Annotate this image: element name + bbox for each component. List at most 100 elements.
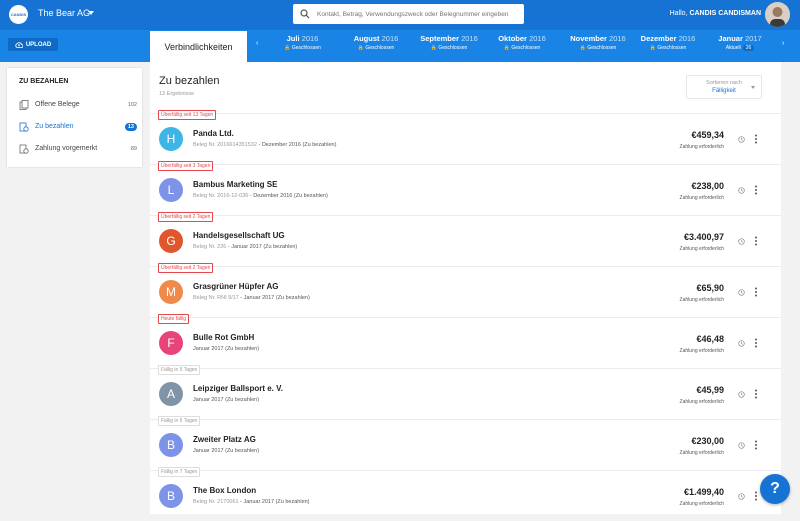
- chevron-right-icon[interactable]: ›: [782, 40, 784, 47]
- vendor-name[interactable]: Grasgrüner Hüpfer AG: [193, 282, 279, 291]
- sidebar-title: ZU BEZAHLEN: [19, 78, 69, 85]
- table-row[interactable]: Fällig in 7 Tagen B The Box London Beleg…: [150, 467, 781, 521]
- sidebar-item-zahlung-vorgemerkt[interactable]: Zahlung vorgemerkt 89: [19, 142, 137, 155]
- help-button[interactable]: ?: [760, 474, 790, 504]
- search-box[interactable]: [293, 4, 524, 24]
- payment-status: Zahlung erforderlich: [679, 501, 724, 507]
- vendor-name[interactable]: Panda Ltd.: [193, 129, 234, 138]
- table-row[interactable]: Fällig in 5 Tagen A Leipziger Ballsport …: [150, 365, 781, 419]
- invoice-meta: Beleg Nr. RNI 9/17 - Januar 2017 (Zu bez…: [193, 295, 310, 301]
- invoice-amount: €46,48: [696, 334, 724, 344]
- sidebar-item-count: 102: [127, 101, 137, 108]
- month-status-text: Aktuell: [725, 45, 741, 51]
- more-vertical-icon[interactable]: [753, 491, 759, 501]
- clock-icon[interactable]: [738, 340, 745, 347]
- result-count: 13 Ergebnisse: [159, 91, 195, 97]
- clock-icon[interactable]: [738, 187, 745, 194]
- clock-icon[interactable]: [738, 136, 745, 143]
- more-vertical-icon[interactable]: [753, 236, 759, 246]
- invoice-period: Dezember 2016 (Zu bezahlen): [261, 142, 337, 148]
- invoice-amount: €45,99: [696, 385, 724, 395]
- due-badge: Überfällig seit 2 Tagen: [158, 263, 214, 273]
- chevron-left-icon[interactable]: ‹: [256, 40, 258, 47]
- upload-button[interactable]: UPLOAD: [8, 38, 58, 51]
- invoice-period: Januar 2017 (Zu bezahlen): [193, 397, 260, 403]
- clock-icon[interactable]: [738, 289, 745, 296]
- month-tab[interactable]: November 2016 🔒 Geschlossen: [558, 34, 638, 51]
- chevron-down-icon[interactable]: [88, 11, 94, 15]
- more-vertical-icon[interactable]: [753, 185, 759, 195]
- sidebar-item-label: Offene Belege: [35, 101, 80, 108]
- top-bar: CANDIS The Bear AG Hallo, CANDIS CANDISM…: [0, 0, 800, 30]
- month-tab[interactable]: August 2016 🔒 Geschlossen: [340, 34, 412, 51]
- clock-icon[interactable]: [738, 391, 745, 398]
- month-status: Aktuell 26: [710, 45, 770, 51]
- month-tab[interactable]: Oktober 2016 🔒 Geschlossen: [487, 34, 557, 51]
- table-row[interactable]: Fällig in 6 Tagen B Zweiter Platz AG Jan…: [150, 416, 781, 470]
- logo-text: CANDIS: [10, 12, 27, 17]
- search-input[interactable]: [317, 10, 517, 18]
- month-status: 🔒 Geschlossen: [357, 45, 395, 51]
- month-name: Oktober 2016: [487, 34, 557, 43]
- month-status-text: Geschlossen: [438, 45, 468, 51]
- table-row[interactable]: Überfällig seit 3 Tagen L Bambus Marketi…: [150, 161, 781, 215]
- month-label: November: [570, 34, 607, 43]
- document-number: Beleg Nr. 226: [193, 244, 227, 250]
- invoice-period: Januar 2017 (Zu bezahlen): [193, 448, 260, 454]
- table-row[interactable]: Überfällig seit 2 Tagen M Grasgrüner Hüp…: [150, 263, 781, 317]
- month-tab[interactable]: September 2016 🔒 Geschlossen: [414, 34, 484, 51]
- avatar: H: [159, 127, 183, 151]
- vendor-name[interactable]: Leipziger Ballsport e. V.: [193, 384, 283, 393]
- invoice-amount: €230,00: [691, 436, 724, 446]
- due-badge: Fällig in 7 Tagen: [158, 467, 201, 477]
- candis-logo[interactable]: CANDIS: [9, 5, 28, 24]
- clock-icon[interactable]: [738, 238, 745, 245]
- month-year: 2016: [529, 34, 546, 43]
- avatar: L: [159, 178, 183, 202]
- vendor-name[interactable]: Bambus Marketing SE: [193, 180, 277, 189]
- vendor-name[interactable]: Zweiter Platz AG: [193, 435, 256, 444]
- table-row[interactable]: Überfällig seit 2 Tagen G Handelsgesells…: [150, 212, 781, 266]
- invoice-meta: Januar 2017 (Zu bezahlen): [193, 448, 259, 454]
- month-year: 2016: [609, 34, 626, 43]
- more-vertical-icon[interactable]: [753, 338, 759, 348]
- payment-status: Zahlung erforderlich: [679, 246, 724, 252]
- table-row[interactable]: Heute fällig F Bulle Rot GmbH Januar 201…: [150, 314, 781, 368]
- sort-dropdown[interactable]: Sortieren nach Fälligkeit: [686, 75, 762, 99]
- clock-icon[interactable]: [738, 493, 745, 500]
- avatar: M: [159, 280, 183, 304]
- month-tab[interactable]: Juli 2016 🔒 Geschlossen: [270, 34, 335, 51]
- clock-icon[interactable]: [738, 442, 745, 449]
- more-vertical-icon[interactable]: [753, 134, 759, 144]
- invoice-period: Januar 2017 (Zu bezahlen): [231, 244, 298, 250]
- invoice-meta: Beleg Nr. 2016-12-036 - Dezember 2016 (Z…: [193, 193, 328, 199]
- table-row[interactable]: Überfällig seit 13 Tagen H Panda Ltd. Be…: [150, 110, 781, 164]
- month-label: Januar: [718, 34, 743, 43]
- invoice-period: Januar 2017 (Zu bezahlen): [243, 295, 310, 301]
- month-status-text: Geschlossen: [365, 45, 395, 51]
- sidebar-item-zu-bezahlen[interactable]: Zu bezahlen 13: [19, 120, 137, 133]
- invoice-meta: Beleg Nr. 2170061 - Januar 2017 (Zu beza…: [193, 499, 310, 505]
- month-tab-current[interactable]: Januar 2017 Aktuell 26: [710, 34, 770, 51]
- upload-label: UPLOAD: [25, 41, 52, 48]
- more-vertical-icon[interactable]: [753, 287, 759, 297]
- month-tab[interactable]: Dezember 2016 🔒 Geschlossen: [636, 34, 700, 51]
- month-name: September 2016: [414, 34, 484, 43]
- sort-value: Fälligkeit: [712, 88, 736, 94]
- sidebar-item-offene-belege[interactable]: Offene Belege 102: [19, 98, 137, 111]
- vendor-name[interactable]: The Box London: [193, 486, 256, 495]
- month-status-text: Geschlossen: [657, 45, 687, 51]
- invoice-meta: Januar 2017 (Zu bezahlen): [193, 346, 259, 352]
- tab-verbindlichkeiten[interactable]: Verbindlichkeiten: [150, 31, 247, 62]
- more-vertical-icon[interactable]: [753, 440, 759, 450]
- user-name: CANDIS CANDISMAN: [689, 10, 761, 17]
- company-name[interactable]: The Bear AG: [38, 8, 90, 18]
- vendor-name[interactable]: Handelsgesellschaft UG: [193, 231, 285, 240]
- invoice-meta: Januar 2017 (Zu bezahlen): [193, 397, 259, 403]
- avatar[interactable]: [765, 2, 790, 27]
- more-vertical-icon[interactable]: [753, 389, 759, 399]
- payment-status: Zahlung erforderlich: [679, 297, 724, 303]
- month-label: Dezember: [640, 34, 677, 43]
- due-badge: Fällig in 5 Tagen: [158, 365, 201, 375]
- vendor-name[interactable]: Bulle Rot GmbH: [193, 333, 254, 342]
